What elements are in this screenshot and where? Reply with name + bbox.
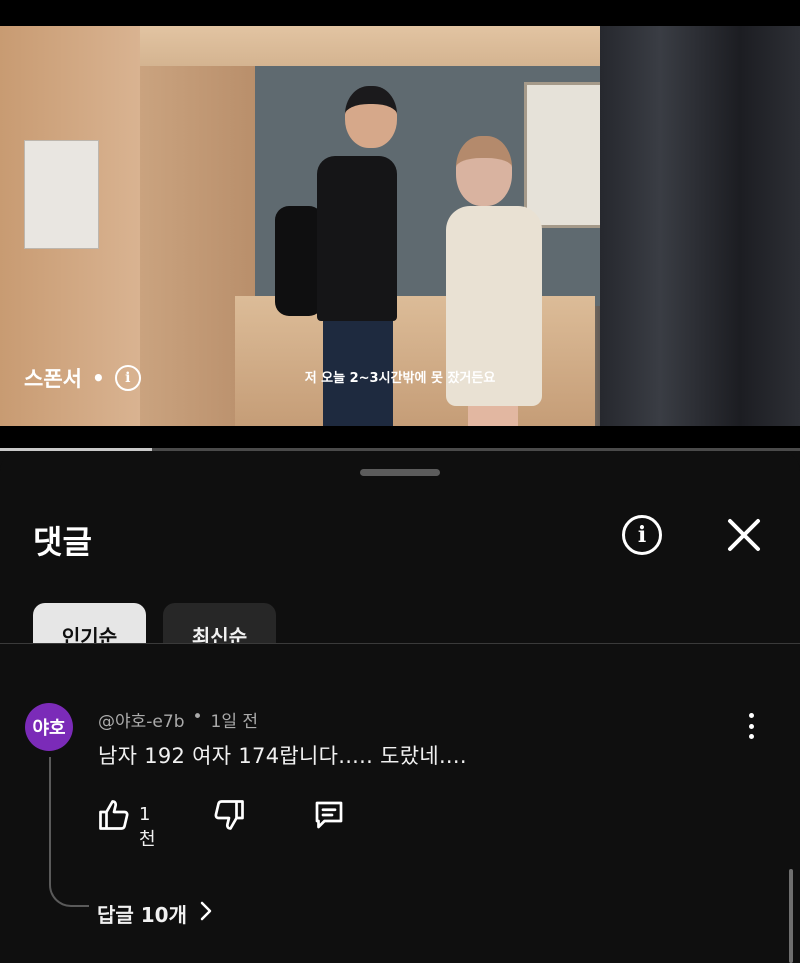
info-icon[interactable]: i — [622, 515, 662, 555]
avatar[interactable]: 야호 — [25, 703, 73, 751]
comment-meta: @야호-e7b • 1일 전 — [98, 707, 258, 732]
chevron-right-icon — [199, 900, 213, 927]
meta-separator: • — [192, 707, 203, 727]
comment-time: 1일 전 — [210, 712, 259, 732]
comment-text: 남자 192 여자 174랍니다..... 도랐네.... — [98, 744, 467, 768]
thread-line — [49, 757, 89, 907]
sort-chip-top[interactable]: 인기순 — [33, 603, 146, 643]
comments-sheet: 댓글 i 인기순 최신순 야호 @야호-e7b • 1일 전 남자 192 여자… — [0, 451, 800, 963]
sort-chip-newest[interactable]: 최신순 — [163, 603, 276, 643]
status-bar — [0, 0, 800, 26]
view-replies-button[interactable]: 답글 10개 — [97, 899, 213, 928]
divider — [0, 643, 800, 644]
sheet-title: 댓글 — [33, 523, 92, 561]
video-player[interactable]: 스폰서 • i 저 오늘 2~3시간밖에 못 잤거든요 — [0, 26, 800, 426]
drag-handle[interactable] — [360, 469, 440, 476]
close-icon[interactable] — [722, 513, 766, 557]
comment-author[interactable]: @야호-e7b — [98, 707, 184, 732]
video-subtitle: 저 오늘 2~3시간밖에 못 잤거든요 — [304, 371, 496, 386]
more-vertical-icon[interactable] — [740, 711, 762, 741]
thumbs-down-icon[interactable] — [211, 797, 247, 837]
scrollbar[interactable] — [789, 869, 793, 963]
replies-label: 답글 10개 — [97, 903, 187, 927]
thumbs-up-icon[interactable] — [96, 797, 132, 837]
sort-chips: 인기순 최신순 — [0, 603, 800, 643]
reply-icon[interactable] — [311, 797, 347, 837]
wall-sign — [24, 140, 99, 249]
like-count: 1천 — [139, 804, 156, 850]
